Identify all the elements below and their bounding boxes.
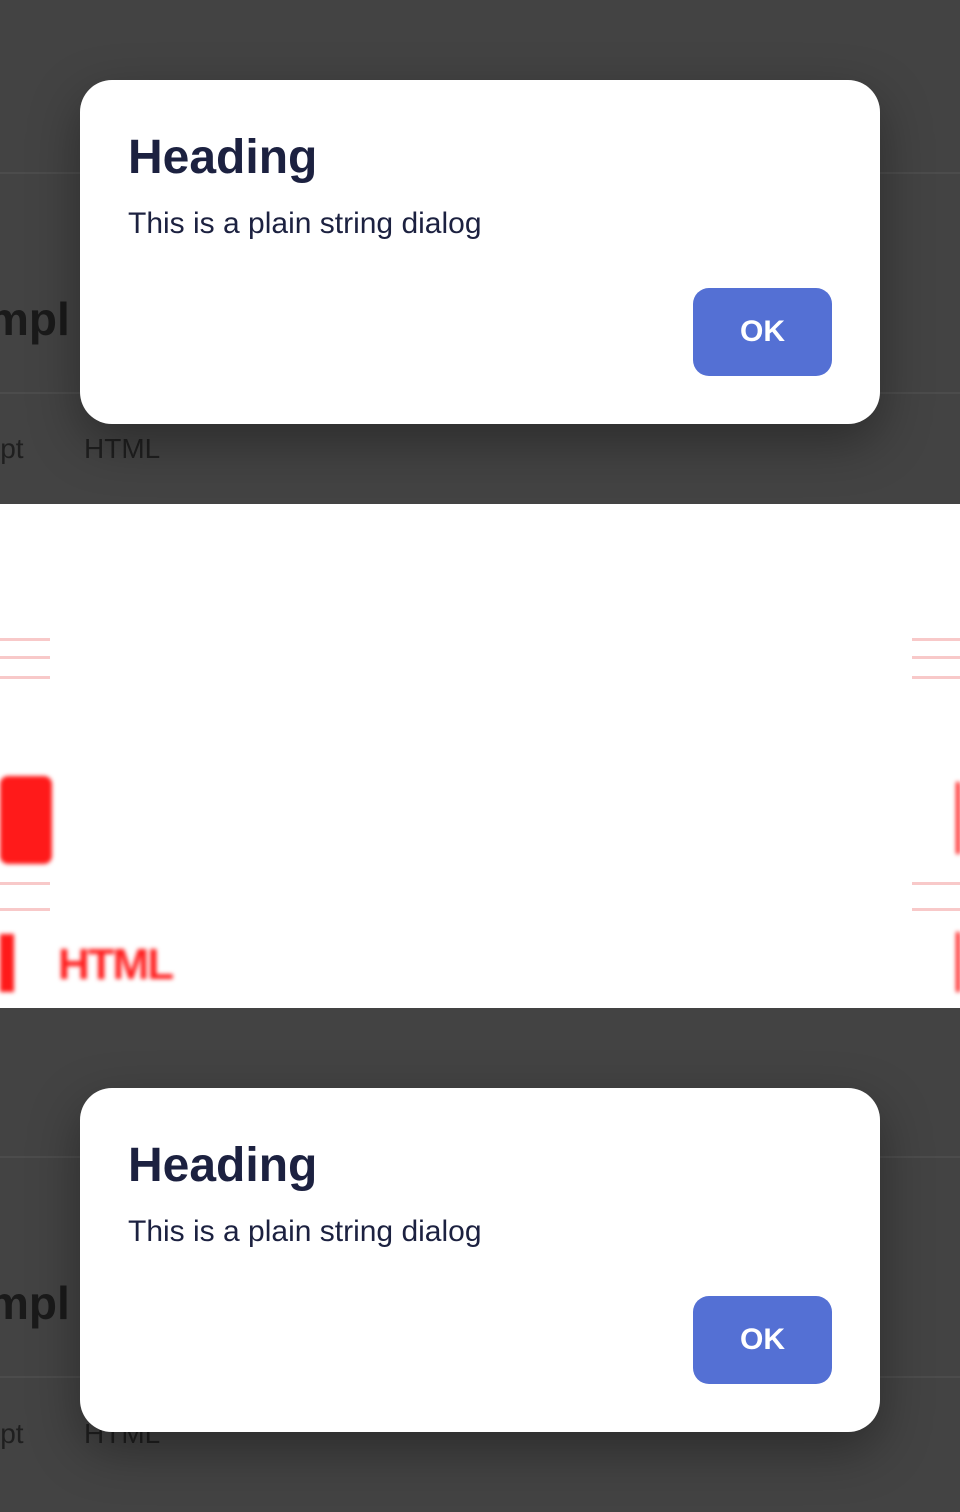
- background-heading: mpl: [0, 1277, 70, 1329]
- alert-dialog: Heading This is a plain string dialog OK: [80, 1088, 880, 1432]
- dialog-message: This is a plain string dialog: [128, 1215, 482, 1248]
- artifact-red-blob: [956, 782, 960, 854]
- artifact-line: [0, 656, 50, 659]
- artifact-line: [0, 638, 50, 641]
- artifact-line: [0, 908, 50, 911]
- background-tab-html[interactable]: HTML: [84, 433, 160, 465]
- screen-bottom: mpl ipt HTML Heading This is a plain str…: [0, 1008, 960, 1512]
- screen-top: mpl ipt HTML Heading This is a plain str…: [0, 0, 960, 504]
- background-heading: mpl: [0, 293, 70, 345]
- dialog-title: Heading: [128, 1139, 318, 1192]
- artifact-blurred-text: HTML: [58, 940, 174, 989]
- background-tab-script[interactable]: ipt: [0, 433, 24, 465]
- render-artifact-strip: HTML: [0, 504, 960, 1008]
- background-tab-script[interactable]: ipt: [0, 1418, 24, 1450]
- artifact-line: [912, 656, 960, 659]
- alert-dialog: Heading This is a plain string dialog OK: [80, 80, 880, 424]
- artifact-line: [912, 908, 960, 911]
- artifact-red-blob: [0, 934, 14, 992]
- artifact-line: [912, 882, 960, 885]
- artifact-red-blob: [0, 776, 52, 864]
- ok-button[interactable]: OK: [693, 288, 832, 376]
- artifact-line: [912, 676, 960, 679]
- ok-button[interactable]: OK: [693, 1296, 832, 1384]
- artifact-red-blob: [956, 932, 960, 992]
- artifact-line: [0, 882, 50, 885]
- dialog-message: This is a plain string dialog: [128, 207, 482, 240]
- artifact-line: [0, 676, 50, 679]
- dialog-title: Heading: [128, 131, 318, 184]
- artifact-line: [912, 638, 960, 641]
